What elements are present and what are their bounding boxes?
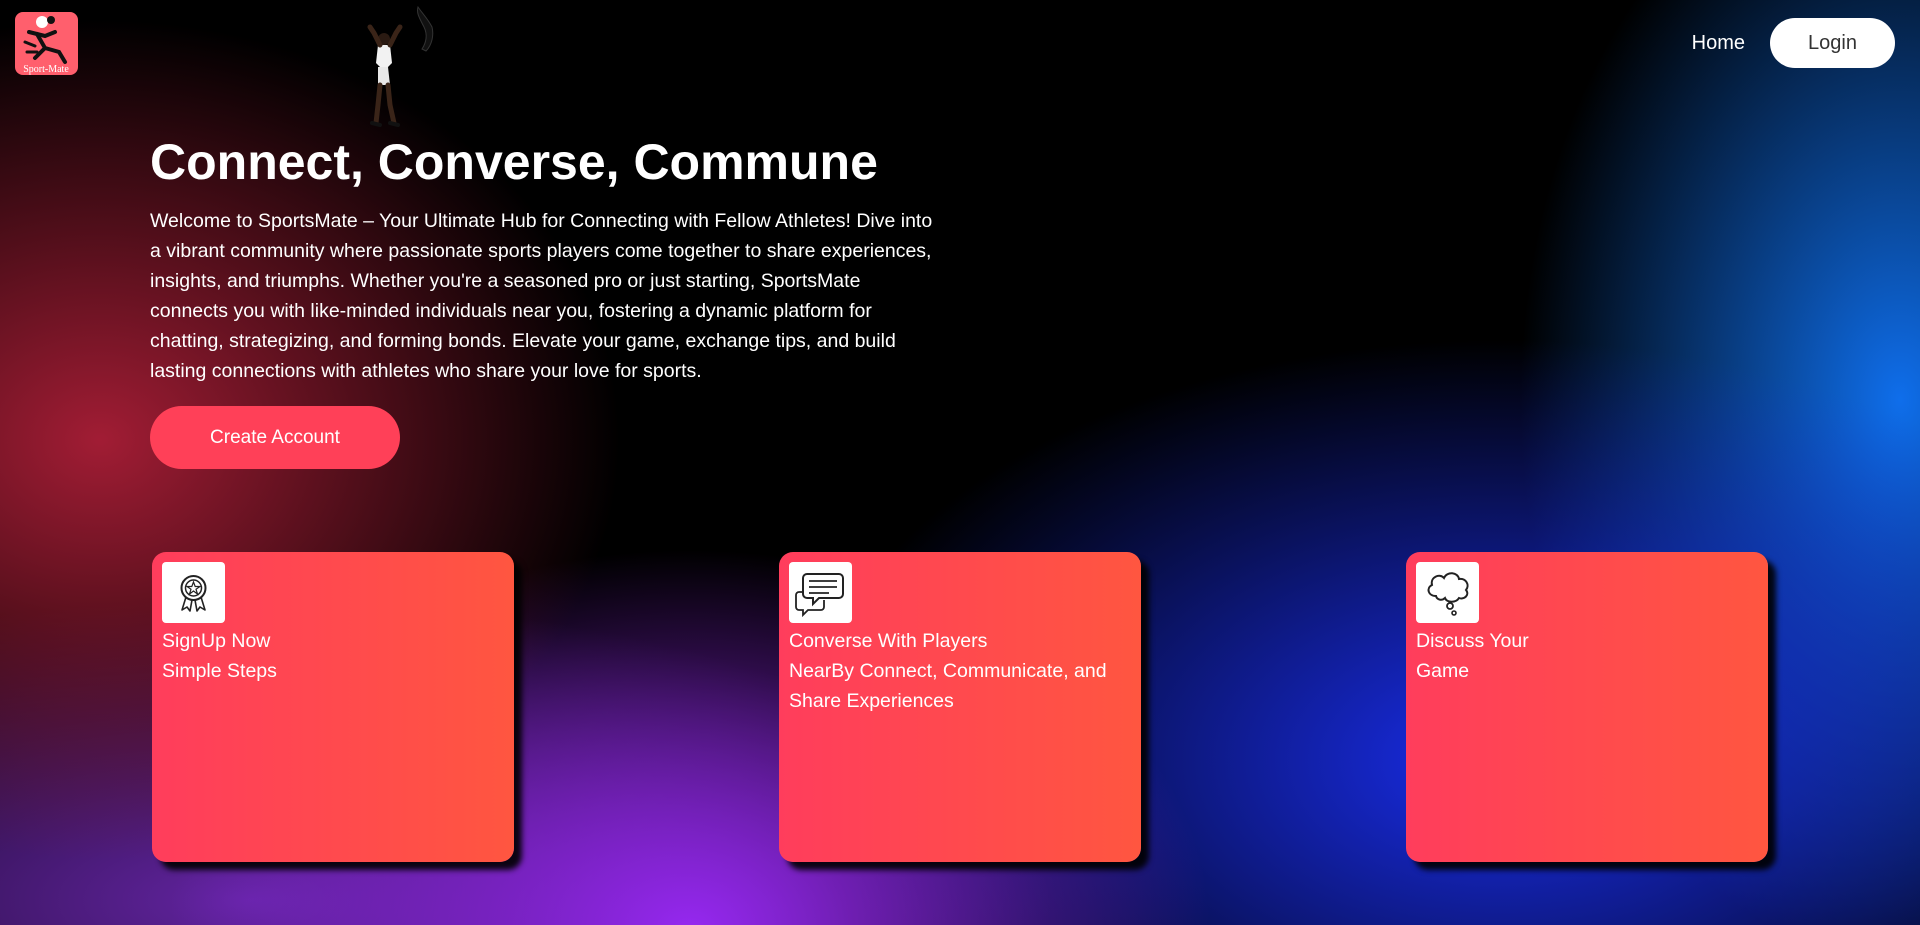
sport-mate-logo-icon: Sport-Mate	[23, 16, 69, 75]
award-ribbon-icon	[162, 562, 225, 623]
login-button[interactable]: Login	[1770, 18, 1895, 68]
svg-text:Sport-Mate: Sport-Mate	[23, 64, 69, 75]
chat-bubbles-icon	[789, 562, 852, 623]
feature-card-signup[interactable]: SignUp Now Simple Steps	[152, 552, 514, 862]
card-title: SignUp Now	[162, 630, 271, 652]
hero-title: Connect, Converse, Commune	[150, 134, 878, 190]
hero-description: Welcome to SportsMate – Your Ultimate Hu…	[150, 210, 933, 382]
card-title: Converse With Players	[789, 630, 988, 652]
top-nav: Home Login	[1692, 18, 1895, 68]
nav-home-link[interactable]: Home	[1692, 32, 1745, 55]
card-subtitle: Game	[1416, 660, 1470, 682]
hero-section: Connect, Converse, Commune Welcome to Sp…	[150, 132, 940, 386]
create-account-button[interactable]: Create Account	[150, 406, 400, 469]
feature-card-converse[interactable]: Converse With Players NearBy Connect, Co…	[779, 552, 1141, 862]
card-subtitle: Simple Steps	[162, 660, 277, 682]
card-subtitle: NearBy Connect, Communicate, and Share E…	[789, 660, 1107, 712]
logo[interactable]: Sport-Mate	[15, 12, 78, 75]
feature-card-discuss[interactable]: Discuss Your Game	[1406, 552, 1768, 862]
card-title: Discuss Your	[1416, 630, 1529, 652]
basketball-player-image	[367, 5, 434, 127]
thought-cloud-icon	[1416, 562, 1479, 623]
